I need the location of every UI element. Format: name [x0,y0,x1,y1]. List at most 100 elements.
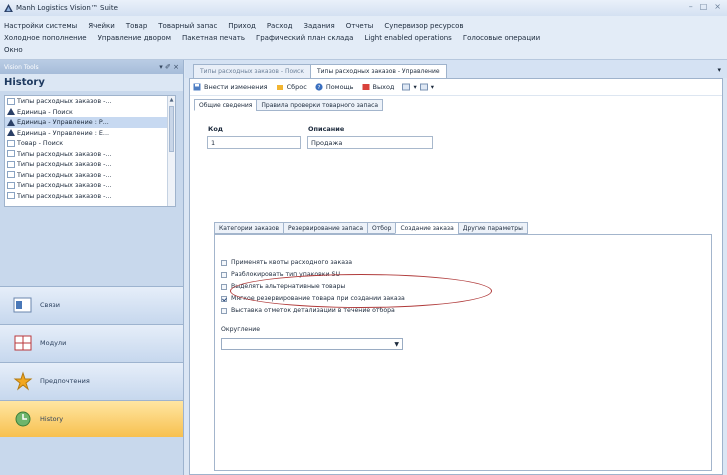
help-button[interactable]: ? Помощь [315,83,354,91]
tab-stock-reservation[interactable]: Резервирование запаса [283,222,369,234]
tab-other-parameters[interactable]: Другие параметры [457,222,528,234]
menu-system-settings[interactable]: Настройки системы [4,22,77,30]
menu-yard-management[interactable]: Управление двором [98,34,171,42]
history-item[interactable]: Типы расходных заказов -... [5,159,175,170]
exit-label: Выход [372,83,395,91]
history-item-label: Типы расходных заказов -... [17,191,112,200]
apply-button[interactable]: Внести изменения [193,83,268,91]
menu-graphic-warehouse[interactable]: Графический план склада [256,34,354,42]
maximize-icon[interactable]: □ [700,2,708,11]
menu-window[interactable]: Окно [4,46,23,54]
nav-links-label: Связи [40,301,60,309]
nav-links[interactable]: Связи [0,286,183,323]
menu-item[interactable]: Товар [126,22,147,30]
nav-history[interactable]: History [0,400,183,437]
doc-tab-search[interactable]: Типы расходных заказов - Поиск [193,64,311,78]
tab-order-creation[interactable]: Создание заказа [395,222,459,234]
exit-button[interactable]: Выход [362,83,395,91]
nav-preferences[interactable]: Предпочтения [0,362,183,399]
document-icon [7,97,15,105]
menu-cold-replenishment[interactable]: Холодное пополнение [4,34,87,42]
scroll-thumb[interactable] [169,106,174,152]
highlight-annotation [230,274,492,308]
checkbox[interactable] [221,259,227,266]
history-icon [15,411,31,427]
sidebar: Vision Tools ▾ ✐ × History Типы расходны… [0,60,184,475]
reset-button[interactable]: Сброс [276,83,307,91]
reset-label: Сброс [286,83,307,91]
nav-modules[interactable]: Модули [0,324,183,361]
description-field[interactable]: Продажа [307,136,433,149]
history-item-label: Типы расходных заказов -... [17,181,112,190]
unit-icon [7,108,15,116]
list-icon [402,83,411,91]
menu-reports[interactable]: Отчеты [346,22,374,30]
tab-order-categories[interactable]: Категории заказов [214,222,285,234]
app-logo-icon [4,4,13,12]
history-item[interactable]: Типы расходных заказов -... [5,96,175,107]
exit-icon [362,84,370,90]
tab-general[interactable]: Общие сведения [194,99,258,111]
document-icon [7,171,15,179]
apply-label: Внести изменения [204,83,268,91]
links-icon [13,297,32,313]
sidebar-controls[interactable]: ▾ ✐ × [159,63,179,71]
reset-icon [276,85,283,90]
menu-outbound[interactable]: Расход [267,22,293,30]
history-item-label: Единица - Управление : Е... [17,128,110,137]
menu-resource-supervisor[interactable]: Супервизор ресурсов [384,22,463,30]
scroll-up-icon[interactable]: ▲ [168,96,175,104]
menu-batch-print[interactable]: Пакетная печать [182,34,245,42]
sidebar-panel-title: Vision Tools [4,63,39,71]
checkbox[interactable] [221,307,227,314]
history-scrollbar[interactable]: ▲ [167,96,175,206]
menu-tasks[interactable]: Задания [303,22,334,30]
code-field[interactable]: 1 [207,136,301,149]
extra-toolbar-button[interactable]: ▾ ▾ [402,83,434,91]
history-item[interactable]: Единица - Управление : Е... [5,128,175,139]
tab-list-icon[interactable]: ▾ [717,66,721,74]
main-area: Типы расходных заказов - Поиск Типы расх… [185,60,727,475]
preferences-icon [13,371,33,391]
document-content: Внести изменения Сброс ? Помощь Выход ▾ ▾ … [189,78,723,475]
history-item[interactable]: Единица - Управление : Р... [5,117,175,128]
history-item[interactable]: Единица - Поиск [5,107,175,118]
dropdown-arrow-icon[interactable]: ▼ [394,341,399,348]
history-item[interactable]: Типы расходных заказов -... [5,191,175,202]
tab-picking[interactable]: Отбор [367,222,397,234]
option-label: Выставка отметок детализации в течение о… [231,307,395,314]
history-item[interactable]: Товар - Поиск [5,138,175,149]
doc-tab-label: Типы расходных заказов - Поиск [200,68,304,75]
checkbox[interactable] [221,283,227,290]
option-detail-marks[interactable]: Выставка отметок детализации в течение о… [221,307,395,314]
menu-voice-operations[interactable]: Голосовые операции [463,34,540,42]
history-item-label: Типы расходных заказов -... [17,170,112,179]
order-creation-panel: Применять квоты расходного заказа Разбло… [214,234,712,471]
history-item-label: Товар - Поиск [17,139,64,148]
menu-inbound[interactable]: Приход [228,22,256,30]
tab-inventory-check-rules[interactable]: Правила проверки товарного запаса [256,99,384,111]
document-icon [7,139,15,147]
history-item[interactable]: Типы расходных заказов -... [5,149,175,160]
settings-tabs: Категории заказов Резервирование запаса … [214,222,528,234]
nav-modules-label: Модули [40,339,67,347]
nav-preferences-label: Предпочтения [40,377,90,385]
option-outbound-quotas[interactable]: Применять квоты расходного заказа [221,259,352,266]
document-icon [7,160,15,168]
code-label: Код [208,125,224,133]
checkbox-checked[interactable] [221,295,227,302]
menu-light-operations[interactable]: Light enabled operations [364,34,451,42]
history-item[interactable]: Типы расходных заказов -... [5,170,175,181]
close-icon[interactable]: × [714,2,721,11]
app-title: Manh Logistics Vision™ Suite [16,4,118,12]
document-icon [7,181,15,189]
menu-cells[interactable]: Ячейки [88,22,115,30]
checkbox[interactable] [221,271,227,278]
menu-inventory[interactable]: Товарный запас [158,22,217,30]
doc-tab-label: Типы расходных заказов - Управление [316,68,440,75]
rounding-select[interactable]: ▼ [221,338,403,350]
history-item[interactable]: Типы расходных заказов -... [5,180,175,191]
minimize-icon[interactable]: – [689,2,693,11]
doc-tab-management[interactable]: Типы расходных заказов - Управление [309,64,447,78]
help-icon: ? [315,83,323,91]
